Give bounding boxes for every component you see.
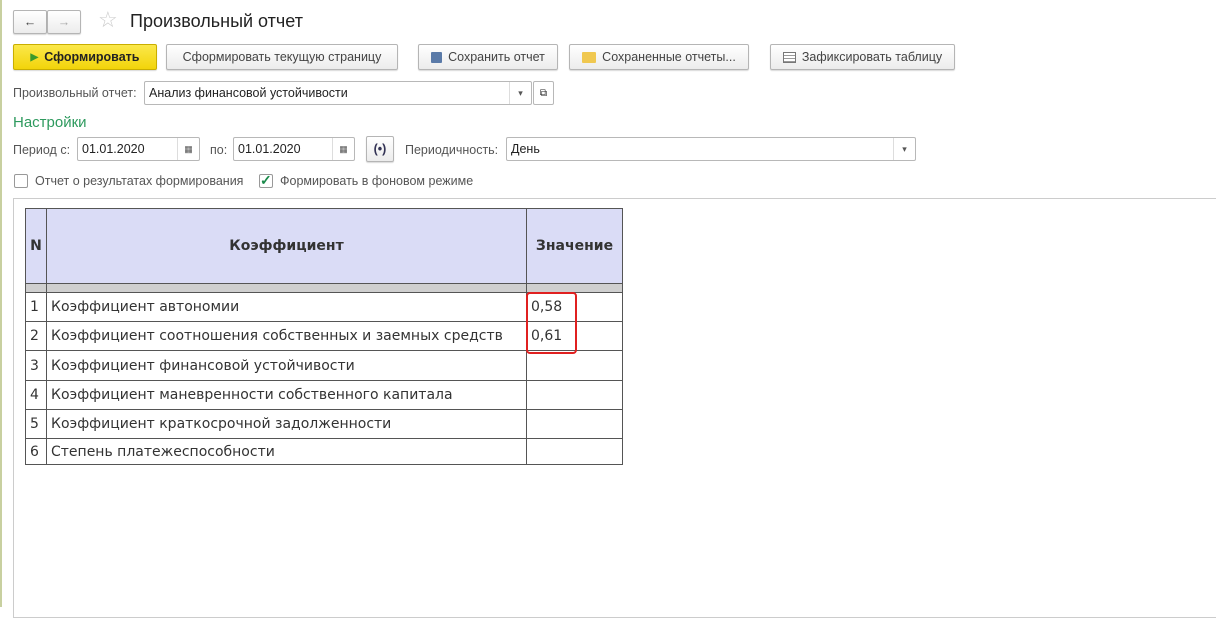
save-report-button[interactable]: Сохранить отчет (418, 44, 558, 70)
report-label: Произвольный отчет: (13, 86, 137, 100)
freeze-table-button[interactable]: Зафиксировать таблицу (770, 44, 955, 70)
calendar-icon[interactable]: ▦ (332, 138, 354, 160)
period-from-label: Период с: (13, 143, 71, 157)
left-border (0, 0, 2, 607)
page-title: Произвольный отчет (130, 11, 303, 31)
period-to-label: по: (210, 143, 228, 157)
period-choice-button[interactable]: (•) (366, 136, 394, 162)
background-mode-label: Формировать в фоновом режиме (280, 174, 474, 188)
report-select[interactable]: Анализ финансовой устойчивости ▾ (144, 81, 532, 105)
favorite-star-icon[interactable]: ☆ (98, 7, 118, 33)
generate-page-button[interactable]: Сформировать текущую страницу (166, 44, 398, 70)
table-row: 4 Коэффициент маневренности собственного … (25, 380, 623, 410)
background-mode-checkbox[interactable]: ✓ (259, 173, 273, 188)
play-icon: ▶ (30, 51, 39, 63)
forward-button[interactable]: → (47, 10, 81, 34)
saved-reports-button[interactable]: Сохраненные отчеты... (569, 44, 749, 70)
dropdown-icon[interactable]: ▾ (509, 82, 531, 104)
dropdown-icon[interactable]: ▾ (893, 138, 915, 160)
table-row: 5 Коэффициент краткосрочной задолженности (25, 409, 623, 439)
periodicity-select[interactable]: День ▾ (506, 137, 916, 161)
header-value: Значение (526, 208, 623, 284)
floppy-icon (431, 51, 443, 63)
open-report-button[interactable]: ⧉ (533, 81, 554, 105)
results-report-checkbox[interactable] (14, 174, 28, 188)
period-from-input[interactable]: 01.01.2020 ▦ (77, 137, 200, 161)
calendar-icon[interactable]: ▦ (177, 138, 199, 160)
table-header: N Коэффициент Значение (25, 208, 623, 284)
table-icon (782, 51, 796, 63)
table-row: 3 Коэффициент финансовой устойчивости (25, 350, 623, 381)
table-row: 6 Степень платежеспособности (25, 438, 623, 465)
back-button[interactable]: ← (13, 10, 47, 34)
results-report-label: Отчет о результатах формирования (35, 174, 244, 188)
periodicity-label: Периодичность: (405, 143, 499, 157)
header-coefficient: Коэффициент (46, 208, 527, 284)
highlight-box (526, 292, 577, 354)
folder-icon (582, 51, 597, 63)
header-n: N (25, 208, 47, 284)
settings-title: Настройки (13, 114, 87, 131)
generate-button[interactable]: ▶ Сформировать (13, 44, 157, 70)
period-to-input[interactable]: 01.01.2020 ▦ (233, 137, 355, 161)
